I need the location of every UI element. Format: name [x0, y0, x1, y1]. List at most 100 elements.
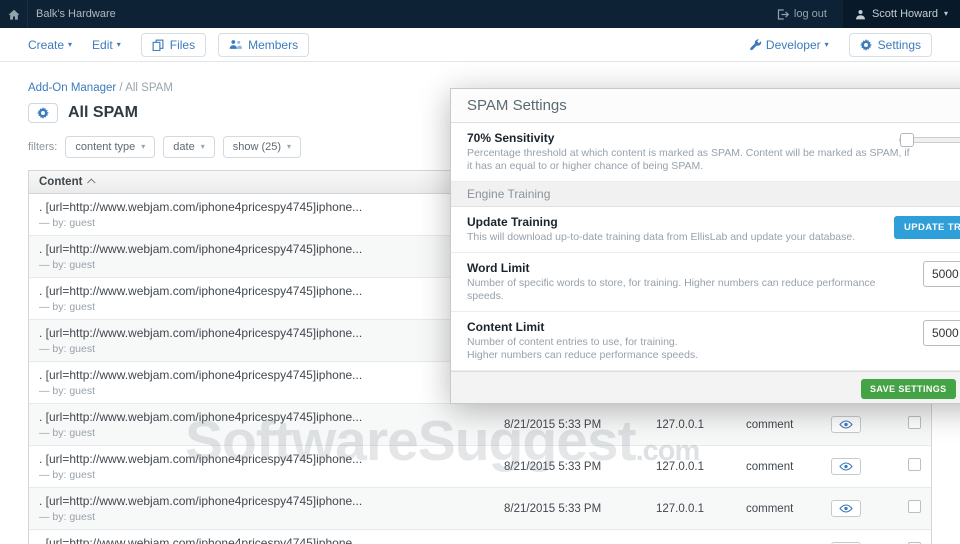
row-ip: 127.0.0.1 [629, 503, 724, 515]
update-training-description: This will download up-to-date training d… [467, 231, 912, 244]
edit-label: Edit [92, 38, 113, 52]
logout-button[interactable]: log out [777, 8, 827, 20]
content-limit-description: Number of content entries to use, for tr… [467, 336, 912, 362]
row-content-cell: . [url=http://www.webjam.com/iphone4pric… [29, 278, 479, 319]
row-checkbox[interactable] [908, 500, 921, 513]
row-view-cell [809, 416, 884, 433]
filter-date-label: date [173, 141, 194, 153]
row-content-cell: . [url=http://www.webjam.com/iphone4pric… [29, 446, 479, 487]
logout-icon [777, 9, 789, 20]
row-date: 8/21/2015 5:33 PM [479, 419, 629, 431]
row-checkbox[interactable] [908, 416, 921, 429]
user-name: Scott Howard [872, 8, 938, 20]
row-ip: 127.0.0.1 [629, 419, 724, 431]
modal-footer: SAVE SETTINGS [451, 371, 960, 403]
home-button[interactable] [0, 0, 28, 28]
row-author-text: — by: guest [39, 217, 469, 229]
breadcrumb-current: All SPAM [125, 82, 173, 94]
edit-button[interactable]: Edit ▾ [92, 38, 121, 52]
sensitivity-description: Percentage threshold at which content is… [467, 147, 912, 173]
eye-icon [839, 504, 853, 513]
wrench-icon [750, 39, 762, 51]
row-checkbox[interactable] [908, 458, 921, 471]
page-settings-button[interactable] [28, 103, 58, 123]
create-button[interactable]: Create ▾ [28, 38, 72, 52]
developer-label: Developer [766, 38, 821, 52]
chevron-down-icon: ▾ [201, 143, 205, 151]
content-limit-label: Content Limit [467, 320, 960, 334]
table-row: . [url=http://www.webjam.com/iphone4pric… [29, 487, 931, 529]
filters-label: filters: [28, 141, 57, 153]
topbar: Balk's Hardware log out Scott Howard ▾ [0, 0, 960, 28]
view-button[interactable] [831, 500, 861, 517]
filter-show-label: show (25) [233, 141, 281, 153]
row-content-cell: . [url=http://www.webjam.com/iphone4pric… [29, 530, 479, 544]
members-button[interactable]: Members [218, 33, 309, 57]
save-settings-button[interactable]: SAVE SETTINGS [861, 379, 956, 399]
page-title: All SPAM [68, 104, 138, 122]
slider-handle[interactable] [900, 133, 914, 147]
gear-icon [860, 39, 872, 51]
settings-button[interactable]: Settings [849, 33, 932, 57]
row-content-cell: . [url=http://www.webjam.com/iphone4pric… [29, 488, 479, 529]
members-icon [229, 39, 242, 50]
row-content-cell: . [url=http://www.webjam.com/iphone4pric… [29, 236, 479, 277]
toolbar: Create ▾ Edit ▾ Files Members Developer … [0, 28, 960, 62]
chevron-down-icon: ▾ [141, 143, 145, 151]
row-ip: 127.0.0.1 [629, 461, 724, 473]
filter-content-type[interactable]: content type ▾ [65, 136, 155, 158]
sensitivity-row: 70% Sensitivity Percentage threshold at … [451, 123, 960, 182]
filter-show[interactable]: show (25) ▾ [223, 136, 301, 158]
row-author-text: — by: guest [39, 343, 469, 355]
row-view-cell [809, 458, 884, 475]
sensitivity-slider[interactable] [899, 137, 960, 143]
chevron-down-icon: ▾ [68, 41, 72, 49]
row-author-text: — by: guest [39, 385, 469, 397]
view-button[interactable] [831, 416, 861, 433]
engine-training-section-header: Engine Training [451, 182, 960, 207]
update-training-label: Update Training [467, 215, 960, 229]
view-button[interactable] [831, 458, 861, 475]
table-row: . [url=http://www.webjam.com/iphone4pric… [29, 403, 931, 445]
word-limit-label: Word Limit [467, 261, 960, 275]
word-limit-description: Number of specific words to store, for t… [467, 277, 912, 303]
row-check-cell [884, 416, 931, 434]
developer-button[interactable]: Developer ▾ [750, 38, 829, 52]
chevron-down-icon: ▾ [287, 143, 291, 151]
breadcrumb-addon-manager[interactable]: Add-On Manager [28, 82, 116, 94]
row-check-cell [884, 500, 931, 518]
row-type: comment [724, 419, 809, 431]
breadcrumb-separator: / [119, 82, 122, 94]
word-limit-input[interactable] [923, 261, 960, 287]
spam-settings-modal: SPAM Settings 70% Sensitivity Percentage… [450, 88, 960, 404]
row-author-text: — by: guest [39, 259, 469, 271]
sort-asc-icon [87, 178, 95, 186]
row-content-text: . [url=http://www.webjam.com/iphone4pric… [39, 410, 469, 424]
files-icon [152, 39, 164, 51]
user-menu[interactable]: Scott Howard ▾ [843, 0, 960, 28]
row-content-text: . [url=http://www.webjam.com/iphone4pric… [39, 452, 469, 466]
row-content-text: . [url=http://www.webjam.com/iphone4pric… [39, 200, 469, 214]
row-date: 8/21/2015 5:33 PM [479, 503, 629, 515]
update-training-button[interactable]: UPDATE TRAINING [894, 216, 960, 239]
row-view-cell [809, 500, 884, 517]
sensitivity-label: 70% Sensitivity [467, 131, 960, 145]
row-content-text: . [url=http://www.webjam.com/iphone4pric… [39, 368, 469, 382]
content-limit-input[interactable] [923, 320, 960, 346]
chevron-down-icon: ▾ [825, 41, 829, 49]
row-check-cell [884, 458, 931, 476]
row-type: comment [724, 461, 809, 473]
row-content-cell: . [url=http://www.webjam.com/iphone4pric… [29, 404, 479, 445]
home-icon [8, 9, 20, 20]
row-author-text: — by: guest [39, 469, 469, 481]
files-button[interactable]: Files [141, 33, 206, 57]
settings-label: Settings [878, 38, 921, 52]
content-limit-row: Content Limit Number of content entries … [451, 312, 960, 371]
files-label: Files [170, 38, 195, 52]
eye-icon [839, 462, 853, 471]
row-content-text: . [url=http://www.webjam.com/iphone4pric… [39, 242, 469, 256]
filter-date[interactable]: date ▾ [163, 136, 214, 158]
row-date: 8/21/2015 5:33 PM [479, 461, 629, 473]
eye-icon [839, 420, 853, 429]
row-type: comment [724, 503, 809, 515]
